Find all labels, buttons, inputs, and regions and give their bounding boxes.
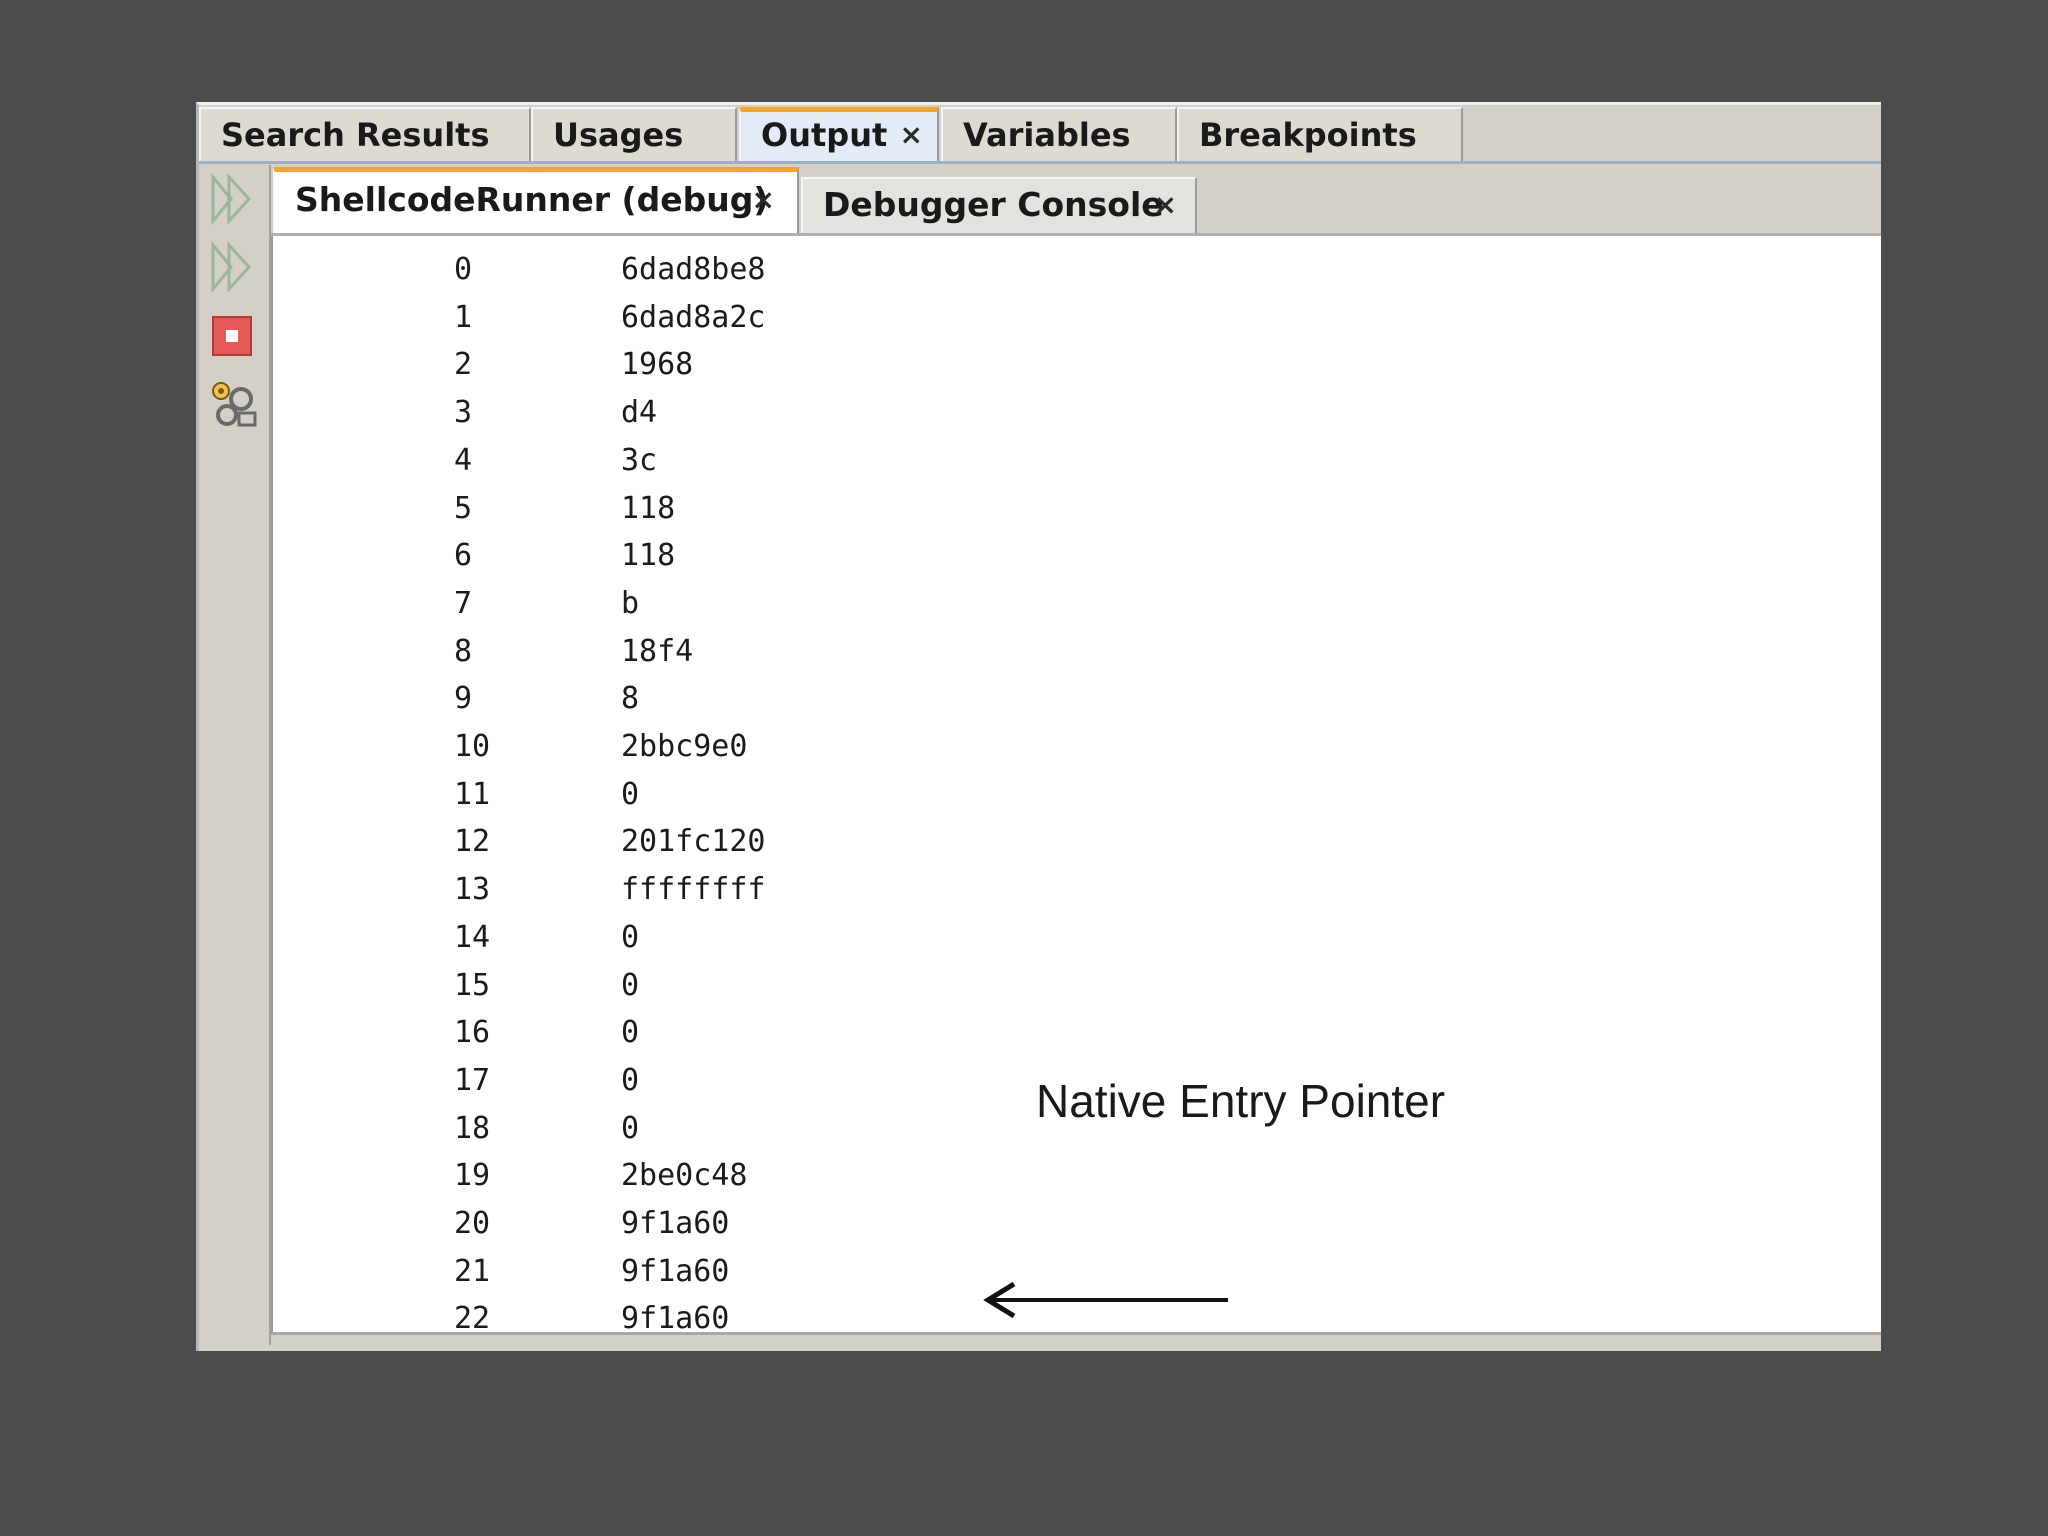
output-row: 12 201fc120: [273, 818, 873, 866]
row-index: 13: [454, 872, 491, 908]
row-value: d4: [621, 395, 658, 431]
tab-search-results[interactable]: Search Results: [199, 107, 531, 161]
output-row: 4 3c: [273, 437, 873, 485]
row-value: 201fc120: [621, 824, 766, 860]
output-row: 3 d4: [273, 389, 873, 437]
row-index: 12: [454, 824, 491, 860]
tab-variables[interactable]: Variables: [941, 107, 1177, 161]
output-row: 14 0: [273, 914, 873, 962]
row-value: ffffffff: [621, 872, 766, 908]
row-index: 22: [454, 1301, 491, 1337]
row-index: 20: [454, 1206, 491, 1241]
tab-label: Output: [761, 116, 888, 154]
row-index: 7: [454, 585, 473, 621]
output-row: 19 2be0c48: [273, 1152, 873, 1200]
row-index: 17: [454, 1062, 491, 1098]
close-icon[interactable]: ×: [1154, 179, 1177, 231]
row-value: 6dad8a2c: [621, 299, 766, 335]
close-icon[interactable]: ×: [752, 172, 775, 228]
tab-breakpoints[interactable]: Breakpoints: [1177, 107, 1463, 161]
row-value: 0: [621, 1110, 640, 1146]
row-value: 0: [621, 776, 640, 812]
tab-shellcoderunner-debug[interactable]: ShellcodeRunner (debug) ×: [273, 167, 799, 235]
tab-debugger-console[interactable]: Debugger Console ×: [801, 177, 1197, 235]
row-value: 9f1a60: [621, 1301, 730, 1337]
output-row: 17 0: [273, 1057, 873, 1105]
output-toolbar: [199, 165, 271, 1345]
row-index: 3: [454, 395, 473, 431]
row-index: 1: [454, 299, 473, 335]
tab-label: Search Results: [221, 116, 490, 154]
output-row: 22 9f1a60: [273, 1295, 873, 1343]
row-value: 6dad8be8: [621, 252, 766, 287]
row-index: 8: [454, 633, 473, 669]
output-row: 10 2bbc9e0: [273, 723, 873, 771]
arrow-left-icon: [983, 1281, 1228, 1319]
row-index: 0: [454, 252, 473, 287]
output-row: 15 0: [273, 962, 873, 1010]
output-row: 98: [273, 675, 873, 723]
row-value: 118: [621, 538, 676, 574]
output-row: 13 ffffffff: [273, 866, 873, 914]
row-index: 5: [454, 490, 473, 526]
output-console[interactable]: 0 6dad8be8 1 6dad8a2c 2 1968 3 d4 4 3c 5 118 6 118 7 b 8…: [271, 236, 1881, 1336]
row-value: 118: [621, 490, 676, 526]
tab-usages[interactable]: Usages: [531, 107, 737, 161]
tab-label: Usages: [553, 116, 684, 154]
row-value: 3c: [621, 442, 658, 478]
tab-label: Debugger Console: [823, 185, 1164, 224]
row-index: 21: [454, 1253, 491, 1289]
tab-label: Breakpoints: [1199, 116, 1417, 154]
row-value: 0: [621, 1062, 640, 1098]
output-row: 21 9f1a60: [273, 1248, 873, 1296]
row-index: 2: [454, 347, 473, 383]
row-value: 1968: [621, 347, 694, 383]
output-row: 18 0: [273, 1105, 873, 1153]
row-value: 8: [621, 681, 640, 717]
top-tab-strip: Search Results Usages Output × Variables…: [199, 105, 1881, 164]
row-value: 0: [621, 1015, 640, 1051]
row-index: 15: [454, 967, 491, 1003]
row-value: 2bbc9e0: [621, 729, 748, 764]
output-row: 0 6dad8be8: [273, 246, 873, 294]
annotation-label: Native Entry Pointer: [1036, 1075, 1446, 1127]
close-icon[interactable]: ×: [900, 112, 923, 158]
row-index: 11: [454, 776, 491, 812]
row-index: 18: [454, 1110, 491, 1146]
row-index: 19: [454, 1158, 491, 1194]
row-value: 2be0c48: [621, 1158, 748, 1194]
row-value: 0: [621, 919, 640, 955]
output-row: 16 0: [273, 1009, 873, 1057]
output-row: 20 9f1a60: [273, 1200, 873, 1248]
output-window: Search Results Usages Output × Variables…: [196, 102, 1881, 1351]
row-index: 16: [454, 1015, 491, 1051]
output-row: 11 0: [273, 771, 873, 819]
row-value: b: [621, 585, 640, 621]
row-index: 4: [454, 442, 473, 478]
row-value: 18f4: [621, 633, 694, 669]
continue-icon[interactable]: [209, 240, 257, 294]
row-value: 9f1a60: [621, 1253, 730, 1289]
output-row: 1 6dad8a2c: [273, 294, 873, 342]
rerun-icon[interactable]: [209, 172, 257, 226]
tab-label: ShellcodeRunner (debug): [295, 180, 769, 219]
output-row: 2 1968: [273, 341, 873, 389]
output-row: 7b: [273, 580, 873, 628]
output-row: 5 118: [273, 485, 873, 533]
tab-label: Variables: [963, 116, 1131, 154]
settings-icon[interactable]: [209, 379, 257, 427]
row-value: 0: [621, 967, 640, 1003]
output-subtab-strip: ShellcodeRunner (debug) × Debugger Conso…: [271, 165, 1881, 235]
stop-icon[interactable]: [209, 313, 257, 361]
row-index: 6: [454, 538, 473, 574]
row-value: 9f1a60: [621, 1206, 730, 1241]
row-index: 10: [454, 729, 491, 764]
tab-divider: [199, 161, 1881, 164]
output-row: 8 18f4: [273, 628, 873, 676]
row-index: 9: [454, 681, 473, 717]
tab-output[interactable]: Output ×: [739, 107, 939, 161]
row-index: 14: [454, 919, 491, 955]
output-row: 6 118: [273, 532, 873, 580]
